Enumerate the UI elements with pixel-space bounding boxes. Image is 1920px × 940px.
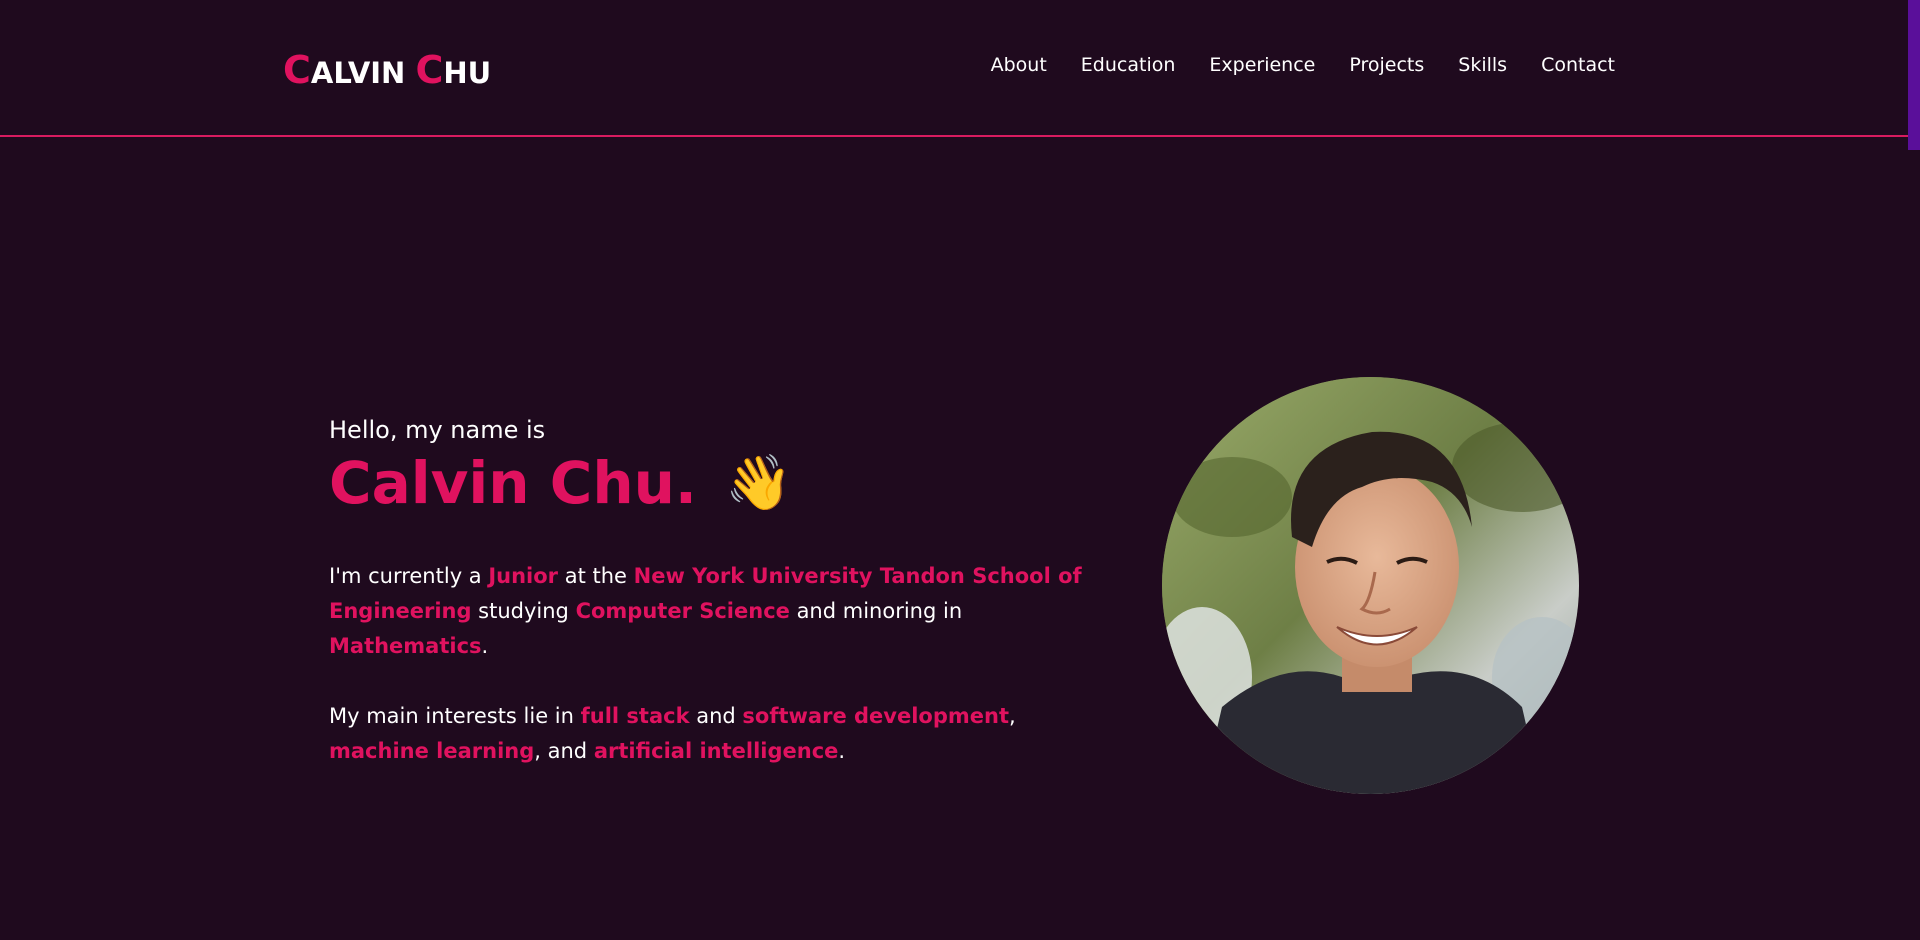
profile-photo	[1162, 377, 1579, 794]
nav-link-experience[interactable]: Experience	[1209, 54, 1315, 76]
bio-text: , and	[534, 739, 594, 763]
bio-text: at the	[558, 564, 634, 588]
bio-text: ,	[1008, 704, 1016, 728]
bio-highlight-minor: Mathematics	[329, 634, 482, 658]
bio-text: and	[689, 704, 743, 728]
nav-link-projects[interactable]: Projects	[1349, 54, 1424, 76]
interest-highlight: artificial intelligence	[593, 739, 839, 763]
hero-bio-education: I'm currently a Junior at the New York U…	[329, 559, 1089, 664]
profile-photo-illustration	[1162, 377, 1579, 794]
nav-link-about[interactable]: About	[991, 54, 1047, 76]
site-header: CALVIN CHU About Education Experience Pr…	[0, 0, 1908, 137]
nav-link-skills[interactable]: Skills	[1458, 54, 1507, 76]
bio-text: My main interests lie in	[329, 704, 581, 728]
hero-bio-interests: My main interests lie in full stack and …	[329, 699, 1089, 769]
hero-intro: Hello, my name is Calvin Chu. 👋 I'm curr…	[329, 413, 1089, 769]
interest-highlight: machine learning	[329, 739, 535, 763]
bio-text: .	[481, 634, 489, 658]
logo-last-rest: HU	[443, 56, 492, 90]
logo-last-initial: C	[415, 48, 444, 92]
bio-text: I'm currently a	[329, 564, 489, 588]
bio-text: and minoring in	[789, 599, 963, 623]
scroll-progress-indicator	[1908, 0, 1920, 150]
interest-highlight: full stack	[580, 704, 690, 728]
hero-greeting: Hello, my name is	[329, 416, 546, 444]
hero-name-line: Calvin Chu. 👋	[329, 449, 1089, 517]
bio-text: .	[838, 739, 846, 763]
logo-first-initial: C	[283, 48, 311, 92]
interest-highlight: software development	[742, 704, 1009, 728]
hero-name: Calvin Chu.	[329, 449, 697, 517]
nav-link-contact[interactable]: Contact	[1541, 54, 1615, 76]
main-nav: About Education Experience Projects Skil…	[957, 54, 1615, 76]
waving-hand-icon: 👋	[724, 451, 793, 514]
site-logo[interactable]: CALVIN CHU	[283, 48, 491, 92]
bio-highlight-major: Computer Science	[575, 599, 790, 623]
portfolio-page: CALVIN CHU About Education Experience Pr…	[0, 0, 1920, 940]
logo-first-rest: ALVIN	[310, 56, 406, 90]
bio-highlight-year: Junior	[488, 564, 559, 588]
bio-text: studying	[471, 599, 576, 623]
nav-link-education[interactable]: Education	[1081, 54, 1176, 76]
